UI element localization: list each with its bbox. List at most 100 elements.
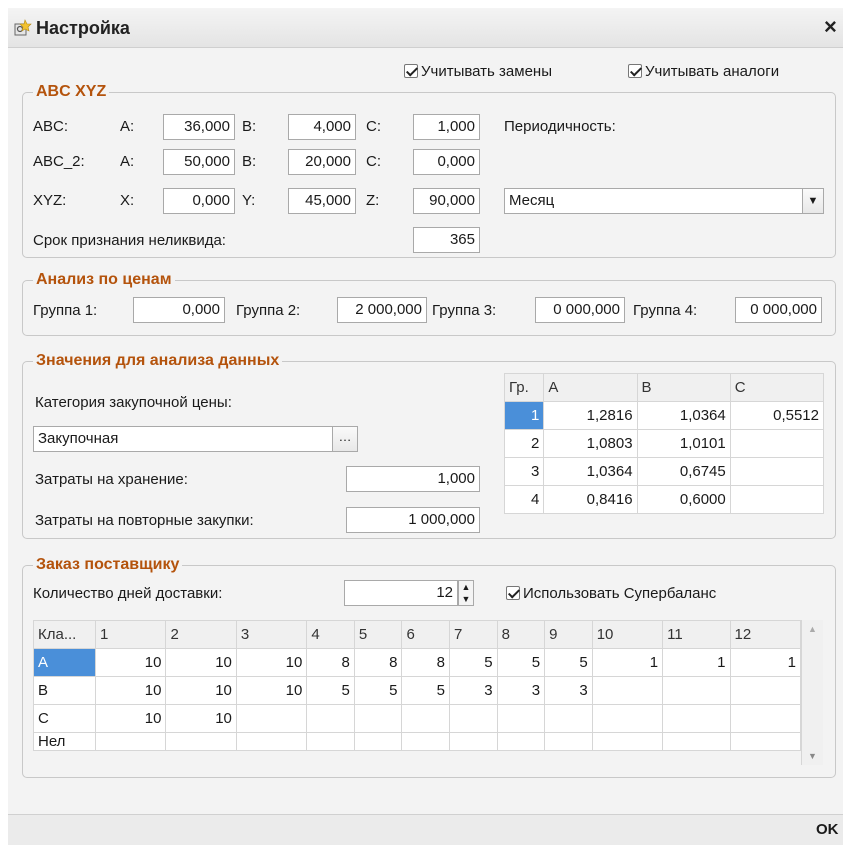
table-cell[interactable]: 5 <box>306 676 355 705</box>
table-row[interactable]: Нел <box>33 732 802 751</box>
table-cell[interactable] <box>591 676 664 705</box>
repeat-purchase-field[interactable]: 1 000,000 <box>346 507 480 533</box>
price-group1-field[interactable]: 0,000 <box>133 297 225 323</box>
table-cell[interactable]: 1,2816 <box>543 401 638 430</box>
table-row[interactable]: C 10 10 <box>33 704 802 733</box>
table-header-cell[interactable]: B <box>636 373 731 402</box>
table-cell[interactable]: 2 <box>503 429 545 458</box>
table-cell[interactable] <box>729 485 825 514</box>
table-cell[interactable] <box>449 704 498 733</box>
table-cell[interactable]: 10 <box>94 676 167 705</box>
table-cell[interactable]: 10 <box>235 676 308 705</box>
table-cell[interactable]: A <box>33 648 96 677</box>
table-cell[interactable] <box>306 704 355 733</box>
table-header-cell[interactable]: 2 <box>165 620 237 649</box>
table-cell[interactable]: 1,0803 <box>543 429 638 458</box>
table-header-cell[interactable]: 8 <box>496 620 546 649</box>
table-cell[interactable]: 8 <box>306 648 355 677</box>
table-cell[interactable]: 1 <box>662 648 731 677</box>
xyz-z-field[interactable]: 90,000 <box>413 188 480 214</box>
table-cell[interactable]: 5 <box>401 676 450 705</box>
table-cell[interactable] <box>496 732 546 751</box>
abc-b-field[interactable]: 4,000 <box>288 114 356 140</box>
ok-button[interactable]: OK <box>816 821 839 838</box>
table-cell[interactable]: 5 <box>544 648 593 677</box>
table-header-cell[interactable]: Гр. <box>503 373 545 402</box>
table-cell[interactable] <box>729 732 802 751</box>
abc2-a-field[interactable]: 50,000 <box>163 149 235 175</box>
price-group2-field[interactable]: 2 000,000 <box>337 297 427 323</box>
table-cell[interactable] <box>662 732 731 751</box>
close-icon[interactable]: × <box>824 14 837 40</box>
table-cell[interactable] <box>449 732 498 751</box>
table-cell[interactable]: C <box>33 704 96 733</box>
price-group3-field[interactable]: 0 000,000 <box>535 297 625 323</box>
table-cell[interactable] <box>94 732 167 751</box>
storage-cost-field[interactable]: 1,000 <box>346 466 480 492</box>
table-cell[interactable]: Нел <box>33 732 96 751</box>
table-cell[interactable] <box>353 704 403 733</box>
xyz-x-field[interactable]: 0,000 <box>163 188 235 214</box>
table-cell[interactable] <box>729 704 802 733</box>
analogs-checkbox[interactable]: Учитывать аналоги <box>628 63 779 81</box>
table-cell[interactable]: 1 <box>729 648 802 677</box>
table-cell[interactable]: 10 <box>94 648 167 677</box>
table-cell[interactable] <box>353 732 403 751</box>
scroll-down-icon[interactable]: ▼ <box>802 747 823 765</box>
table-cell[interactable] <box>591 732 664 751</box>
table-cell[interactable]: 8 <box>353 648 403 677</box>
table-row[interactable]: B 10 10 10 5 5 5 3 3 3 <box>33 676 802 705</box>
table-header-cell[interactable]: 6 <box>401 620 450 649</box>
table-cell[interactable]: 10 <box>165 648 237 677</box>
table-cell[interactable]: 3 <box>544 676 593 705</box>
table-cell[interactable]: 1,0364 <box>543 457 638 486</box>
table-cell[interactable]: B <box>33 676 96 705</box>
table-row[interactable]: 1 1,2816 1,0364 0,5512 <box>503 401 825 430</box>
superbalance-checkbox[interactable]: Использовать Супербаланс <box>506 585 716 603</box>
periodicity-select[interactable]: Месяц <box>504 188 812 214</box>
table-header-cell[interactable]: 12 <box>729 620 802 649</box>
table-header-cell[interactable]: Кла... <box>33 620 96 649</box>
abc-a-field[interactable]: 36,000 <box>163 114 235 140</box>
table-row[interactable]: 4 0,8416 0,6000 <box>503 485 825 514</box>
replacements-checkbox[interactable]: Учитывать замены <box>404 63 552 81</box>
table-cell[interactable] <box>729 429 825 458</box>
table-cell[interactable] <box>729 457 825 486</box>
caret-up-icon[interactable]: ▲ <box>459 581 473 593</box>
table-header-cell[interactable]: 3 <box>235 620 308 649</box>
table-cell[interactable]: 3 <box>503 457 545 486</box>
table-cell[interactable]: 0,5512 <box>729 401 825 430</box>
table-header-cell[interactable]: C <box>729 373 825 402</box>
caret-down-icon[interactable]: ▼ <box>459 593 473 605</box>
ellipsis-icon[interactable]: … <box>332 426 358 452</box>
price-group4-field[interactable]: 0 000,000 <box>735 297 822 323</box>
table-cell[interactable]: 1 <box>591 648 664 677</box>
days-stepper[interactable]: ▲ ▼ <box>458 580 474 606</box>
table-cell[interactable]: 10 <box>235 648 308 677</box>
table-scrollbar[interactable]: ▲ ▼ <box>801 620 823 765</box>
table-cell[interactable] <box>165 732 237 751</box>
table-cell[interactable] <box>401 732 450 751</box>
scroll-up-icon[interactable]: ▲ <box>802 620 823 638</box>
table-header-cell[interactable]: 7 <box>449 620 498 649</box>
table-cell[interactable]: 10 <box>165 704 237 733</box>
table-cell[interactable] <box>591 704 664 733</box>
table-header-cell[interactable]: 11 <box>662 620 731 649</box>
table-cell[interactable] <box>544 704 593 733</box>
table-cell[interactable] <box>496 704 546 733</box>
table-cell[interactable]: 1,0101 <box>636 429 731 458</box>
purchase-category-field[interactable]: Закупочная <box>33 426 333 452</box>
table-cell[interactable]: 5 <box>449 648 498 677</box>
table-header-cell[interactable]: A <box>543 373 638 402</box>
table-cell[interactable]: 4 <box>503 485 545 514</box>
chevron-down-icon[interactable]: ▼ <box>802 188 824 214</box>
table-cell[interactable]: 10 <box>165 676 237 705</box>
table-cell[interactable]: 10 <box>94 704 167 733</box>
table-cell[interactable]: 0,6745 <box>636 457 731 486</box>
xyz-y-field[interactable]: 45,000 <box>288 188 356 214</box>
table-cell[interactable] <box>544 732 593 751</box>
table-cell[interactable] <box>235 732 308 751</box>
table-cell[interactable]: 0,6000 <box>636 485 731 514</box>
table-header-cell[interactable]: 10 <box>591 620 664 649</box>
table-cell[interactable]: 1,0364 <box>636 401 731 430</box>
